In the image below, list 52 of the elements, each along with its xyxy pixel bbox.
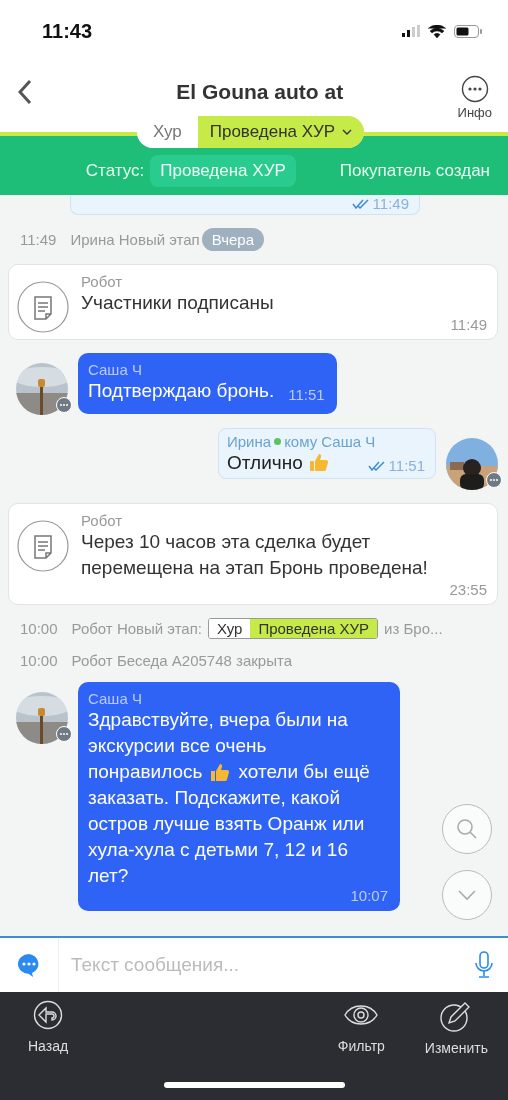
more-icon [460, 74, 489, 103]
event-text: Робот Беседа А205748 закрыта [71, 652, 292, 669]
event-time: 10:00 [20, 620, 58, 637]
message-time: 11:49 [450, 316, 487, 333]
chat-badge-icon [486, 472, 502, 488]
chat-badge-icon [56, 397, 72, 413]
buyer-status: Покупатель создан [339, 161, 490, 181]
wifi-icon [428, 24, 446, 38]
message-author: Ирина [227, 433, 272, 450]
event-time: 11:49 [20, 231, 57, 248]
filter-button[interactable]: Фильтр [331, 1000, 391, 1054]
message-author: Саша Ч [88, 361, 143, 378]
status-badge: Проведена ХУР [150, 155, 296, 187]
message-text: хотели бы ещё [238, 760, 370, 784]
event-text: из Бро... [384, 620, 443, 637]
back-chevron-icon[interactable] [18, 79, 32, 105]
microphone-icon[interactable] [474, 950, 494, 980]
event-time: 10:00 [20, 652, 58, 669]
battery-icon [454, 24, 482, 38]
message-author: Робот [81, 273, 124, 290]
search-icon [455, 817, 479, 841]
message-text: заказать. Подскажите, какой остров лучше взять Оранж или хула-хула с детьми 7, 12 и 16 лет? [88, 786, 366, 888]
message-author: Робот [81, 512, 124, 529]
document-icon [17, 281, 69, 333]
message-time: 11:51 [388, 457, 425, 474]
event-text: Ирина Новый этап [70, 231, 200, 248]
message-text: Отлично [227, 452, 303, 474]
message-time: 23:55 [449, 581, 487, 598]
search-button[interactable] [442, 804, 492, 854]
caret-icon [342, 129, 353, 135]
message-time: 10:07 [350, 887, 388, 905]
info-button[interactable]: Инфо [457, 74, 492, 120]
message-time: 11:51 [288, 385, 325, 405]
status-label: Статус: [85, 161, 145, 181]
chat-badge-icon [56, 726, 72, 742]
status-time: 11:43 [42, 19, 93, 43]
edit-button[interactable]: Изменить [418, 1000, 494, 1056]
event-text: Робот Новый этап: [71, 620, 202, 637]
document-icon [17, 520, 69, 572]
message-text: Подтверждаю бронь. [88, 380, 275, 401]
message-recipient: кому Саша Ч [284, 433, 376, 450]
stage-tag: Хур Проведена ХУР [208, 618, 379, 639]
message-text: Через 10 часов эта сделка будет перемещена на этап Бронь проведена! [81, 530, 429, 580]
chat-title: El Gouna auto at [175, 80, 345, 104]
message-time: 11:49 [372, 195, 409, 212]
signal-icon [402, 25, 420, 37]
back-button[interactable]: Назад [22, 1000, 75, 1054]
message-text: Участники подписаны [81, 291, 275, 315]
date-badge: Вчера [201, 228, 265, 251]
message-author: Саша Ч [88, 690, 143, 707]
message-text: понравилось [88, 760, 203, 784]
stage-selector[interactable]: Хур Проведена ХУР [137, 116, 365, 148]
